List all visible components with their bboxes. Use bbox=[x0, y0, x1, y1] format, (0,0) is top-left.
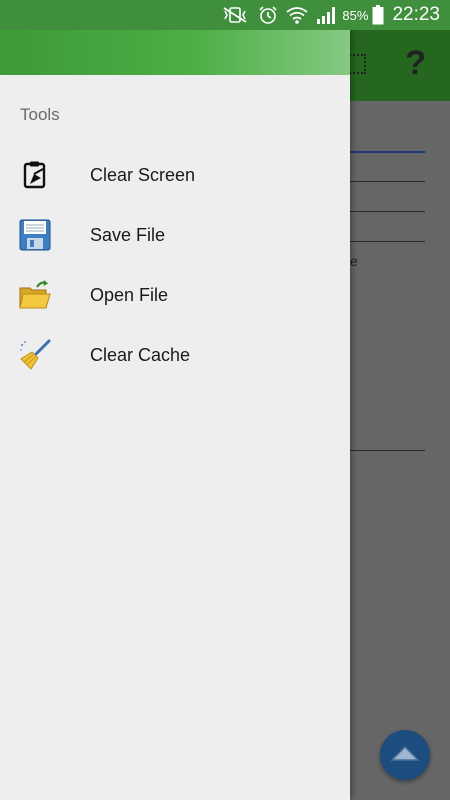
open-folder-icon bbox=[18, 278, 52, 312]
menu-item-label: Open File bbox=[90, 284, 169, 305]
wifi-icon bbox=[286, 5, 308, 25]
signal-icon bbox=[316, 6, 336, 24]
clipboard-icon bbox=[18, 158, 52, 192]
battery-percent: 85% bbox=[342, 7, 369, 23]
floppy-disk-icon bbox=[18, 218, 52, 252]
divider bbox=[350, 450, 425, 451]
mute-vibrate-icon bbox=[220, 6, 250, 24]
screen: 85% 22:23 ? e Tools Clear Screen Save Fi… bbox=[0, 0, 450, 800]
menu-item-label: Clear Screen bbox=[90, 164, 196, 185]
background-text-fragment: e bbox=[350, 253, 358, 269]
clock: 22:23 bbox=[392, 4, 440, 25]
status-bar: 85% 22:23 bbox=[0, 0, 450, 30]
section-title: Tools bbox=[20, 105, 60, 124]
menu-item-label: Save File bbox=[90, 224, 166, 245]
divider bbox=[350, 241, 425, 242]
menu-item-clear-screen[interactable]: Clear Screen bbox=[0, 145, 350, 205]
scroll-up-button[interactable] bbox=[380, 730, 430, 780]
alarm-icon bbox=[258, 5, 278, 25]
battery-icon bbox=[372, 5, 384, 25]
chevron-up-icon bbox=[390, 744, 420, 767]
menu-item-label: Clear Cache bbox=[90, 344, 191, 365]
navigation-drawer: Tools Clear Screen Save File Open File C… bbox=[0, 30, 350, 800]
help-icon[interactable]: ? bbox=[405, 44, 426, 83]
menu-item-save-file[interactable]: Save File bbox=[0, 205, 350, 265]
divider bbox=[350, 211, 425, 212]
divider bbox=[350, 181, 425, 182]
drawer-header bbox=[0, 30, 350, 75]
divider bbox=[350, 151, 425, 153]
menu-item-open-file[interactable]: Open File bbox=[0, 265, 350, 325]
menu-item-clear-cache[interactable]: Clear Cache bbox=[0, 325, 350, 385]
broom-icon bbox=[18, 338, 52, 372]
